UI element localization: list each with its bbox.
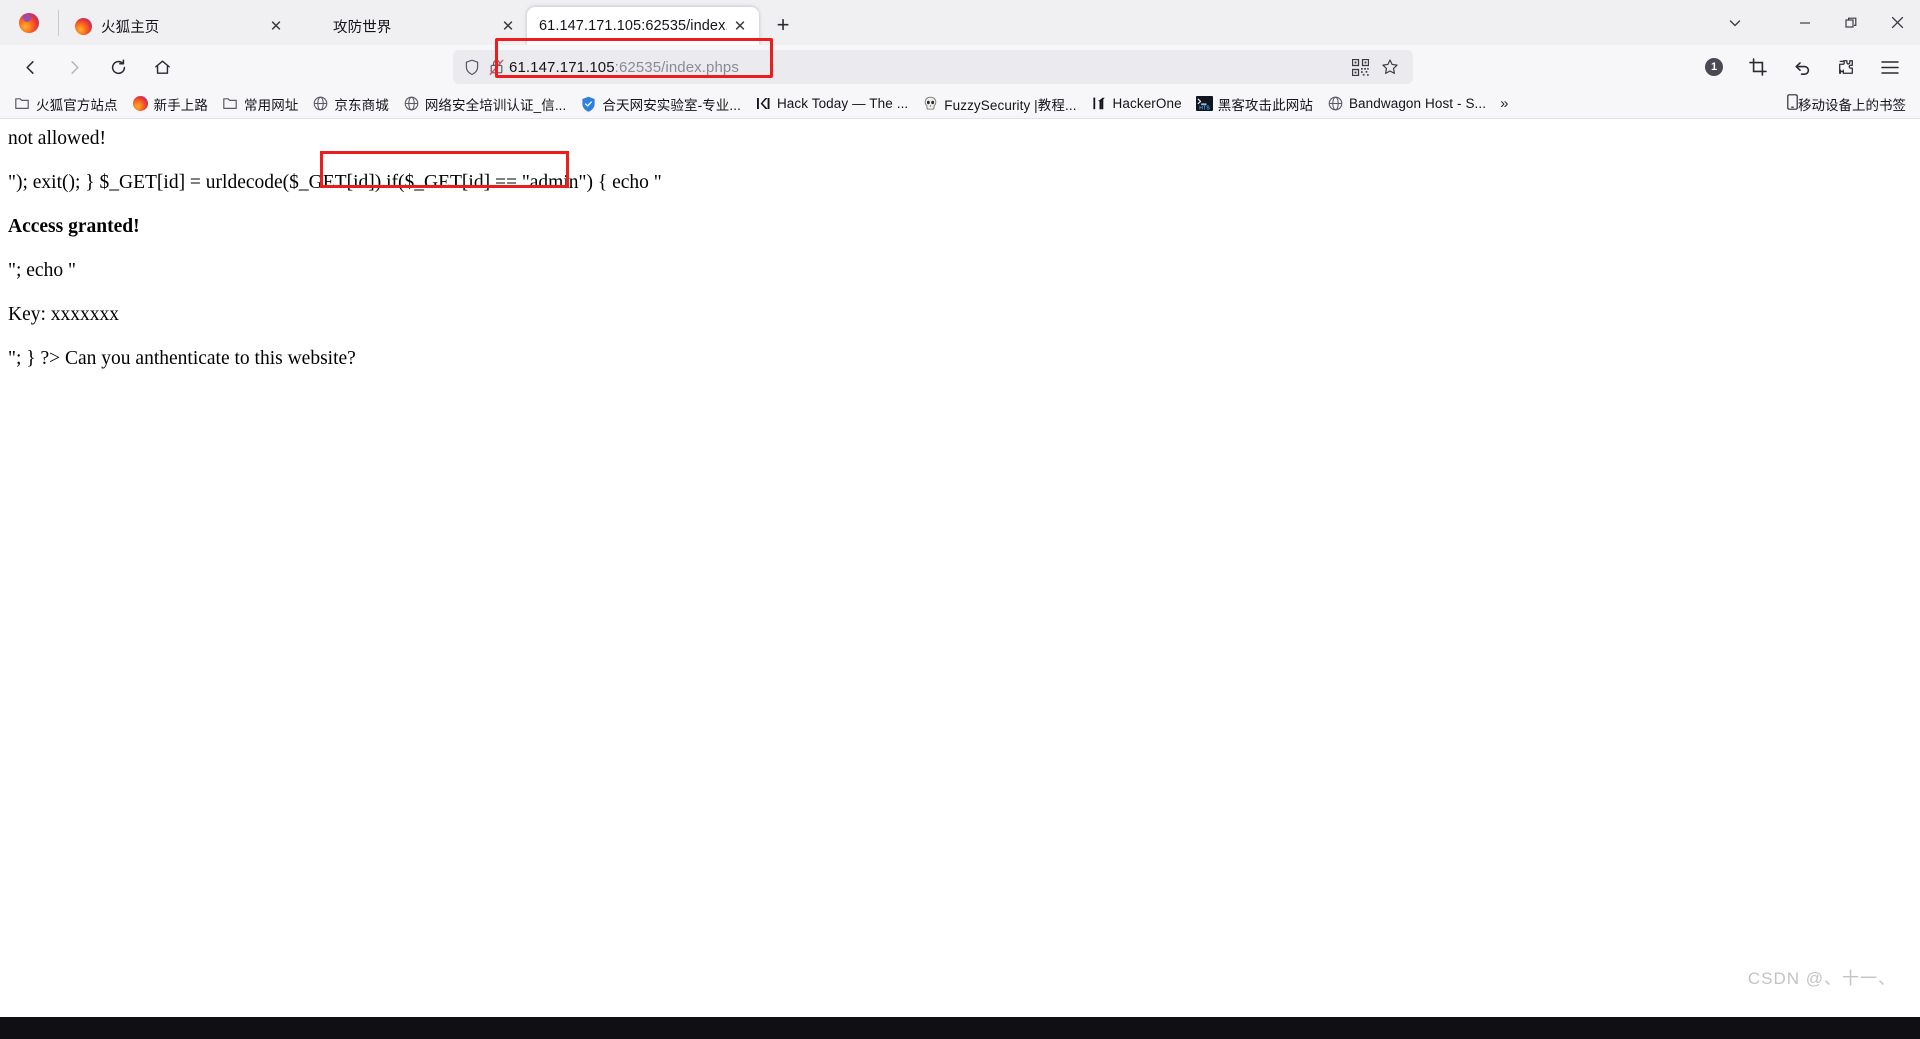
page-line-echo: "; echo ": [8, 260, 76, 281]
tab-close-icon[interactable]: ✕: [263, 13, 289, 39]
tab-title: 攻防世界: [333, 19, 392, 36]
bookmark-item-netsec-cert[interactable]: 网络安全培训认证_信...: [397, 91, 573, 117]
tabstrip-divider: [58, 9, 59, 36]
list-all-tabs-chevron-down-icon[interactable]: [1712, 0, 1758, 45]
generic-favicon-icon: [307, 18, 324, 35]
firefox-icon: [132, 95, 149, 112]
url-text: 61.147.171.105:62535/index.phps: [509, 59, 739, 76]
tab-close-icon[interactable]: ✕: [495, 13, 521, 39]
page-line-question: "; } ?> Can you anthenticate to this web…: [8, 348, 356, 369]
tab-title: 61.147.171.105:62535/index.phps: [539, 18, 727, 34]
window-minimize-icon[interactable]: [1782, 0, 1828, 45]
windows-taskbar: [0, 1017, 1920, 1039]
bookmark-label: 移动设备上的书签: [1798, 97, 1906, 113]
hackerone-icon: [1091, 95, 1108, 112]
extensions-puzzle-icon[interactable]: [1829, 50, 1863, 84]
bookmark-item-jd[interactable]: 京东商城: [306, 91, 394, 117]
bookmark-label: Bandwagon Host - S...: [1348, 96, 1487, 111]
page-content: not allowed! "); exit(); } $_GET[id] = u…: [0, 119, 1920, 1017]
bookmarks-overflow-chevrons-icon[interactable]: »: [1500, 95, 1508, 112]
bookmark-label: 常用网址: [244, 97, 299, 113]
tab-close-icon[interactable]: ✕: [727, 13, 753, 39]
bookmark-star-icon[interactable]: [1375, 52, 1405, 82]
lock-crossed-out-icon[interactable]: [483, 58, 509, 76]
window-close-icon[interactable]: [1874, 0, 1920, 45]
bookmark-item-hack-today[interactable]: Hack Today — The ...: [749, 92, 914, 115]
new-tab-button[interactable]: +: [767, 9, 799, 41]
reload-button-icon[interactable]: [101, 50, 135, 84]
screenshot-crop-icon[interactable]: [1741, 50, 1775, 84]
tab-gongfang-shijie[interactable]: 攻防世界 ✕: [295, 7, 527, 45]
folder-icon: [14, 95, 31, 112]
bookmark-item-hackerone[interactable]: HackerOne: [1085, 92, 1188, 115]
svg-text:HTS: HTS: [1199, 105, 1210, 111]
bookmarks-toolbar: 火狐官方站点 新手上路 常用网址 京东商城 网络安全培训认证_信... 合天网安…: [0, 89, 1920, 119]
shield-blue-icon: [580, 95, 597, 112]
csdn-watermark: CSDN @、十一、: [1747, 969, 1896, 988]
tab-title: 火狐主页: [101, 19, 160, 36]
tab-huohu-homepage[interactable]: 火狐主页 ✕: [63, 7, 295, 45]
tab-list: 火狐主页 ✕ 攻防世界 ✕ 61.147.171.105:62535/index…: [63, 0, 799, 45]
skull-icon: [922, 95, 939, 112]
tab-index-phps[interactable]: 61.147.171.105:62535/index.phps ✕: [527, 7, 759, 45]
bookmark-label: 火狐官方站点: [36, 97, 118, 113]
globe-icon: [312, 95, 329, 112]
bookmark-item-mobile-bookmarks[interactable]: 移动设备上的书签: [1781, 91, 1912, 117]
globe-icon: [403, 95, 420, 112]
bookmark-item-hts[interactable]: HTS 黑客攻击此网站: [1190, 91, 1319, 117]
address-bar-actions: [1345, 52, 1405, 82]
ht-icon: [755, 95, 772, 112]
firefox-logo-icon: [19, 12, 39, 33]
bookmark-label: 黑客攻击此网站: [1217, 97, 1313, 113]
bookmark-item-fuzzysecurity[interactable]: FuzzySecurity |教程...: [916, 91, 1082, 117]
account-badge-count: 1: [1705, 58, 1723, 76]
mobile-phone-icon: [1787, 94, 1798, 113]
bookmark-label: Hack Today — The ...: [776, 96, 909, 111]
bookmark-label: 网络安全培训认证_信...: [424, 97, 567, 113]
bookmark-item-beginner[interactable]: 新手上路: [126, 91, 214, 117]
address-bar-area: 61.147.171.105:62535/index.phps: [184, 38, 1682, 84]
account-badge-icon[interactable]: 1: [1697, 50, 1731, 84]
folder-icon: [222, 95, 239, 112]
navigation-toolbar: 61.147.171.105:62535/index.phps 1: [0, 38, 1920, 89]
bookmark-item-bandwagon-host[interactable]: Bandwagon Host - S...: [1321, 92, 1492, 115]
page-line-access-granted: Access granted!: [8, 216, 140, 237]
page-line-key: Key: xxxxxxx: [8, 304, 120, 325]
page-line-php-source-1: "); exit(); } $_GET[id] = urldecode($_GE…: [8, 172, 662, 193]
page-line-not-allowed: not allowed!: [8, 128, 107, 149]
tracking-protection-shield-icon[interactable]: [461, 59, 483, 76]
bookmark-label: FuzzySecurity |教程...: [944, 97, 1077, 113]
tab-strip: 火狐主页 ✕ 攻防世界 ✕ 61.147.171.105:62535/index…: [0, 0, 1920, 45]
home-button-icon[interactable]: [145, 50, 179, 84]
globe-icon: [1327, 95, 1344, 112]
bookmark-label: 合天网安实验室-专业...: [602, 97, 741, 113]
firefox-app-icon-area: [0, 0, 58, 45]
bookmark-item-common-sites[interactable]: 常用网址: [216, 91, 304, 117]
bookmark-label: 京东商城: [334, 97, 389, 113]
window-controls: [1712, 0, 1920, 45]
page-content-inner: not allowed! "); exit(); } $_GET[id] = u…: [0, 119, 1920, 370]
url-host: 61.147.171.105: [509, 58, 615, 76]
forward-button-icon[interactable]: [57, 50, 91, 84]
back-button-icon[interactable]: [13, 50, 47, 84]
undo-close-tab-icon[interactable]: [1785, 50, 1819, 84]
address-bar[interactable]: 61.147.171.105:62535/index.phps: [453, 38, 1413, 84]
bookmark-item-firefox-official[interactable]: 火狐官方站点: [8, 91, 124, 117]
bookmark-label: 新手上路: [153, 97, 209, 113]
hts-icon: HTS: [1195, 95, 1213, 112]
toolbar-right-actions: 1: [1682, 50, 1912, 84]
bookmark-item-hetianlab[interactable]: 合天网安实验室-专业...: [574, 91, 747, 117]
window-maximize-icon[interactable]: [1828, 0, 1874, 45]
firefox-favicon-icon: [75, 17, 92, 35]
url-path: :62535/index.phps: [614, 58, 739, 76]
application-menu-hamburger-icon[interactable]: [1873, 50, 1907, 84]
qr-code-icon[interactable]: [1345, 52, 1375, 82]
bookmark-label: HackerOne: [1112, 96, 1182, 111]
